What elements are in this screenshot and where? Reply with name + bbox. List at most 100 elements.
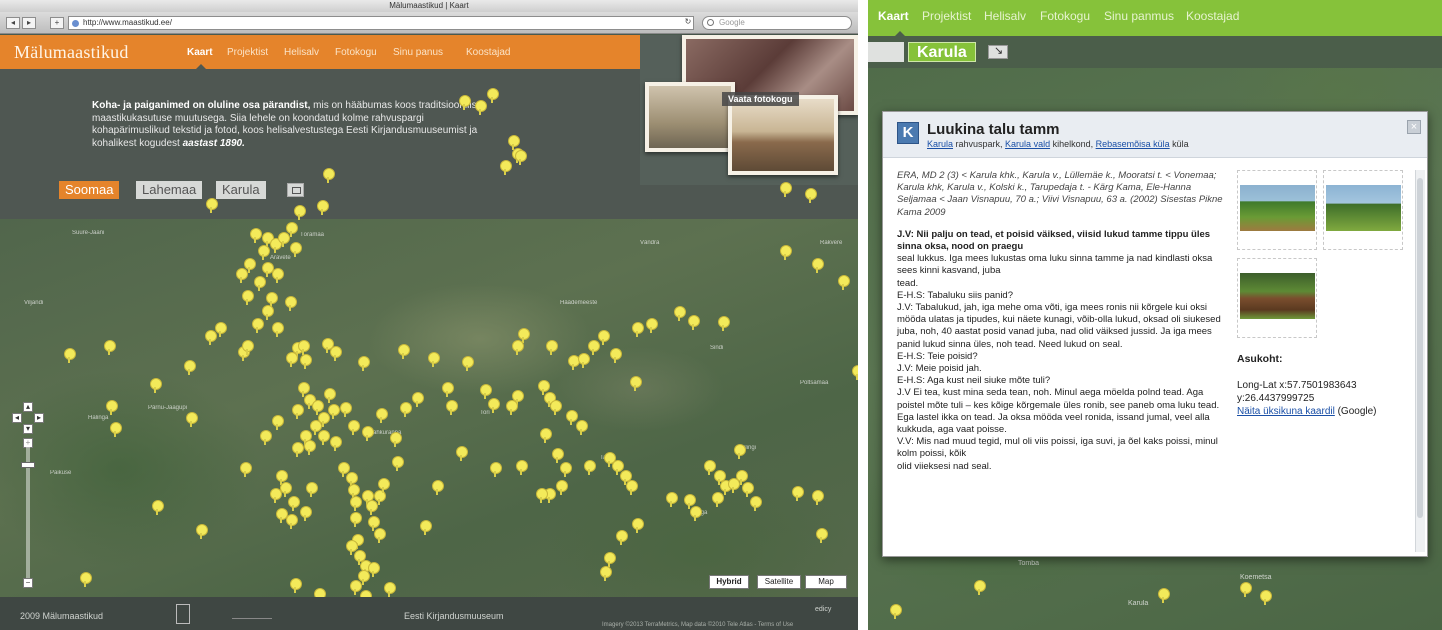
footer-logo-museum-icon[interactable] — [176, 604, 190, 624]
map-pin-icon[interactable] — [400, 402, 412, 417]
map-pin-icon[interactable] — [506, 400, 518, 415]
map-pin-icon[interactable] — [1260, 590, 1272, 605]
map-pin-icon[interactable] — [286, 514, 298, 529]
zoom-out-button[interactable]: − — [23, 578, 33, 588]
map-pin-icon[interactable] — [626, 480, 638, 495]
map-pin-icon[interactable] — [632, 322, 644, 337]
map-pin-icon[interactable] — [258, 245, 270, 260]
thumbnail-frame[interactable] — [1323, 170, 1403, 250]
map-canvas[interactable] — [0, 219, 858, 597]
nav-fotokogu[interactable]: Fotokogu — [335, 47, 377, 58]
map-pin-icon[interactable] — [262, 262, 274, 277]
map-pin-icon[interactable] — [350, 580, 362, 595]
map-pin-icon[interactable] — [736, 470, 748, 485]
nav-sinu-panus[interactable]: Sinu panus — [393, 47, 443, 58]
thumbnail-meadow-photo[interactable] — [1326, 185, 1401, 231]
map-pin-icon[interactable] — [632, 518, 644, 533]
zoom-slider[interactable] — [26, 440, 30, 580]
map-pin-icon[interactable] — [704, 460, 716, 475]
map-pin-icon[interactable] — [540, 428, 552, 443]
r-nav-kaart[interactable]: Kaart — [878, 9, 909, 23]
map-pin-icon[interactable] — [272, 268, 284, 283]
map-pin-icon[interactable] — [292, 404, 304, 419]
map-pin-icon[interactable] — [348, 420, 360, 435]
maptype-satellite[interactable]: Satellite — [757, 575, 801, 589]
map-pin-icon[interactable] — [286, 222, 298, 237]
region-tab-karula[interactable]: Karula — [216, 181, 266, 199]
r-nav-helisalv[interactable]: Helisalv — [984, 9, 1026, 23]
expand-map-icon[interactable] — [287, 183, 304, 197]
back-button[interactable]: ◂ — [6, 17, 20, 29]
map-pin-icon[interactable] — [318, 430, 330, 445]
map-pin-icon[interactable] — [64, 348, 76, 363]
map-pin-icon[interactable] — [610, 348, 622, 363]
map-pin-icon[interactable] — [254, 276, 266, 291]
footer-logo-partner-icon[interactable] — [232, 605, 272, 619]
map-pin-icon[interactable] — [812, 258, 824, 273]
popup-scroll-thumb[interactable] — [1417, 178, 1423, 518]
map-pin-icon[interactable] — [428, 352, 440, 367]
map-pin-icon[interactable] — [304, 440, 316, 455]
map-pin-icon[interactable] — [500, 160, 512, 175]
map-pin-icon[interactable] — [508, 135, 520, 150]
map-pin-icon[interactable] — [550, 400, 562, 415]
map-pin-icon[interactable] — [742, 482, 754, 497]
map-pin-icon[interactable] — [487, 88, 499, 103]
maptype-hybrid[interactable]: Hybrid — [709, 575, 749, 589]
map-pin-icon[interactable] — [780, 245, 792, 260]
r-nav-projektist[interactable]: Projektist — [922, 9, 971, 23]
map-pin-icon[interactable] — [718, 316, 730, 331]
map-pin-icon[interactable] — [260, 430, 272, 445]
map-pin-icon[interactable] — [80, 572, 92, 587]
map-pin-icon[interactable] — [236, 268, 248, 283]
thumbnail-frame[interactable] — [1237, 170, 1317, 250]
map-pin-icon[interactable] — [290, 578, 302, 593]
map-pin-icon[interactable] — [286, 352, 298, 367]
map-pin-icon[interactable] — [272, 322, 284, 337]
map-pin-icon[interactable] — [152, 500, 164, 515]
map-pin-icon[interactable] — [412, 392, 424, 407]
map-pin-icon[interactable] — [488, 398, 500, 413]
map-pin-icon[interactable] — [674, 306, 686, 321]
add-bookmark-button[interactable]: + — [50, 17, 64, 29]
map-pin-icon[interactable] — [250, 228, 262, 243]
map-pin-icon[interactable] — [376, 408, 388, 423]
map-pin-icon[interactable] — [576, 420, 588, 435]
pan-right-icon[interactable]: ▸ — [34, 413, 44, 423]
footer-edicy[interactable]: edicy — [815, 606, 831, 613]
r-nav-sinu-panus[interactable]: Sinu panmus — [1104, 9, 1174, 23]
map-pin-icon[interactable] — [252, 318, 264, 333]
map-pin-icon[interactable] — [390, 432, 402, 447]
map-pin-icon[interactable] — [340, 402, 352, 417]
map-pin-icon[interactable] — [262, 305, 274, 320]
google-search-field[interactable]: Google — [702, 16, 852, 30]
map-pin-icon[interactable] — [480, 384, 492, 399]
show-on-map-link[interactable]: Näita üksikuna kaardil — [1237, 406, 1335, 417]
map-pin-icon[interactable] — [398, 344, 410, 359]
nav-kaart[interactable]: Kaart — [187, 47, 213, 58]
map-pin-icon[interactable] — [270, 488, 282, 503]
map-pin-icon[interactable] — [330, 436, 342, 451]
map-pin-icon[interactable] — [242, 340, 254, 355]
map-pin-icon[interactable] — [110, 422, 122, 437]
map-pin-icon[interactable] — [374, 528, 386, 543]
link-karula[interactable]: Karula — [927, 139, 953, 149]
map-pin-icon[interactable] — [290, 242, 302, 257]
r-nav-fotokogu[interactable]: Fotokogu — [1040, 9, 1090, 23]
map-pin-icon[interactable] — [816, 528, 828, 543]
map-pin-icon[interactable] — [186, 412, 198, 427]
region-tab-soomaa[interactable]: Soomaa — [59, 181, 120, 199]
region-tab-lahemaa[interactable]: Lahemaa — [136, 181, 203, 199]
map-pin-icon[interactable] — [546, 340, 558, 355]
map-pin-icon[interactable] — [378, 478, 390, 493]
map-pin-icon[interactable] — [616, 530, 628, 545]
map-pin-icon[interactable] — [285, 296, 297, 311]
map-pin-icon[interactable] — [712, 492, 724, 507]
map-pin-icon[interactable] — [512, 340, 524, 355]
map-pin-icon[interactable] — [294, 205, 306, 220]
map-pin-icon[interactable] — [552, 448, 564, 463]
map-pin-icon[interactable] — [838, 275, 850, 290]
map-pin-icon[interactable] — [459, 95, 471, 110]
site-logo[interactable]: Mälumaastikud — [14, 42, 129, 63]
map-pin-icon[interactable] — [150, 378, 162, 393]
